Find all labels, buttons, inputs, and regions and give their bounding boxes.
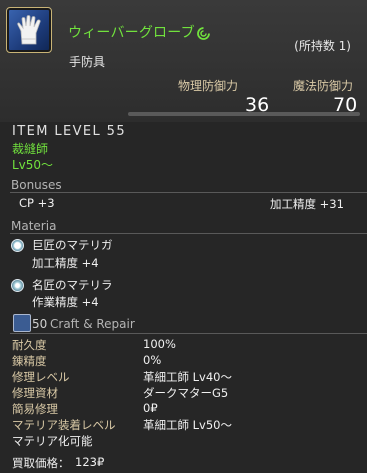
magic-defense-label: 魔法防御力	[293, 79, 354, 93]
hq-icon	[196, 27, 210, 40]
craft-level: 50	[32, 317, 48, 331]
item-category: 手防具	[69, 55, 106, 69]
materia-1-effect: 加工精度 +4	[32, 256, 99, 270]
sell-price-label: 買取価格：	[12, 456, 70, 470]
tooltip-header: ウィーバーグローブ (所持数 1) 手防具 物理防御力 36 魔法防御力 70	[0, 0, 367, 122]
craft-value: 0%	[143, 353, 162, 367]
item-level: ITEM LEVEL 55	[12, 124, 127, 139]
melding-note: マテリア化可能	[12, 434, 93, 448]
materia-1-name: 巨匠のマテリガ	[32, 238, 113, 252]
materia-slot-icon	[11, 239, 24, 252]
craft-label: 耐久度	[12, 338, 47, 352]
craft-label: 錬精度	[12, 354, 47, 368]
craft-value: 0₽	[143, 401, 158, 415]
owned-count: (所持数 1)	[294, 39, 351, 53]
craft-value: ダークマターG5	[143, 386, 229, 400]
craft-label: 簡易修理	[12, 402, 58, 416]
craft-label: 修理資材	[12, 386, 58, 400]
bonus-left: CP +3	[19, 196, 55, 210]
craft-value: 革細工師 Lv50〜	[143, 418, 233, 432]
bonuses-title: Bonuses	[11, 178, 62, 192]
item-tooltip: ウィーバーグローブ (所持数 1) 手防具 物理防御力 36 魔法防御力 70 …	[0, 0, 367, 473]
materia-2-name: 名匠のマテリラ	[32, 278, 113, 292]
level-requirement: Lv50〜	[12, 158, 54, 172]
bonus-right: 加工精度 +31	[270, 197, 344, 211]
sell-price-value: 123₽	[75, 455, 105, 469]
item-name: ウィーバーグローブ	[68, 22, 210, 42]
craft-divider	[10, 333, 367, 334]
craft-label: マテリア装着レベル	[12, 418, 116, 432]
craft-repair-icon	[13, 314, 31, 332]
materia-title: Materia	[11, 219, 57, 233]
craft-value: 100%	[143, 337, 176, 351]
physical-defense-label: 物理防御力	[178, 79, 239, 93]
materia-slot-icon	[11, 279, 24, 292]
craft-title: Craft & Repair	[50, 317, 135, 331]
craft-value: 革細工師 Lv40〜	[143, 370, 233, 384]
magic-defense-bar	[241, 112, 360, 116]
item-icon-frame	[6, 7, 52, 53]
glove-icon	[17, 15, 41, 45]
item-name-text: ウィーバーグローブ	[68, 25, 195, 41]
craft-label: 修理レベル	[12, 370, 70, 384]
materia-2-effect: 作業精度 +4	[32, 295, 99, 309]
materia-divider	[10, 233, 367, 234]
bonuses-divider	[10, 192, 367, 193]
class-job: 裁縫師	[12, 142, 49, 156]
